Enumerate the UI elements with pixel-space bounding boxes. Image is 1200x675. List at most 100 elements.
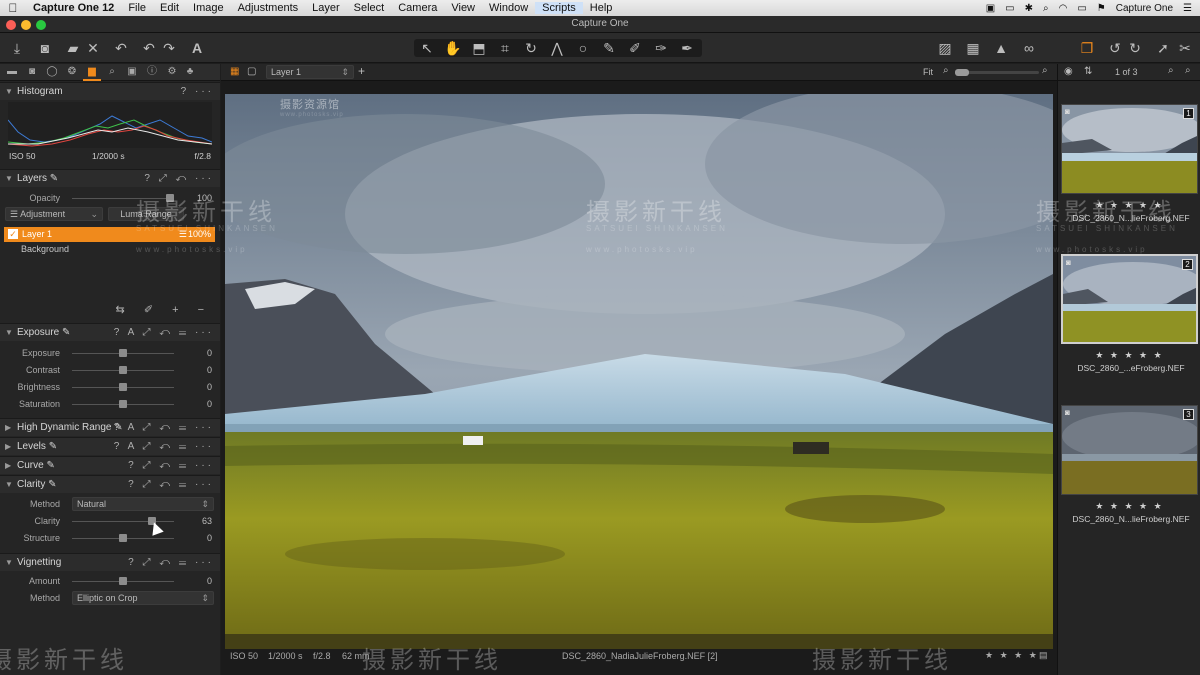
folder-icon[interactable]: ▰ xyxy=(64,39,82,57)
import-icon[interactable]: ⤓ xyxy=(8,39,26,57)
saturation-value[interactable]: 0 xyxy=(186,396,212,412)
brightness-value[interactable]: 0 xyxy=(186,379,212,395)
browser-zoom-icon[interactable]: ⌕ xyxy=(1185,65,1191,76)
bluetooth-icon[interactable]: ✱ xyxy=(1025,3,1033,14)
edit-icon[interactable]: ▨ xyxy=(936,39,954,57)
amount-value[interactable]: 0 xyxy=(186,573,212,589)
thumb-rating[interactable]: ★ ★ ★ ★ ★ xyxy=(1061,350,1198,361)
vignetting-method-dropdown[interactable]: Elliptic on Crop ⇕ xyxy=(72,591,214,605)
menu-image[interactable]: Image xyxy=(186,2,231,14)
clarity-method-dropdown[interactable]: Natural ⇕ xyxy=(72,497,214,511)
thumb-image[interactable]: 1 ◙ xyxy=(1061,104,1198,194)
share-icon[interactable]: ➚ xyxy=(1154,39,1172,57)
eraser-tool-icon[interactable]: ✑ xyxy=(652,39,670,57)
menu-app[interactable]: Capture One 12 xyxy=(26,2,121,14)
levels-header[interactable]: ▶ Levels ✎ ? A ⤢ ↶ ☰ ··· xyxy=(0,437,220,455)
select-tool-icon[interactable]: ↖ xyxy=(418,39,436,57)
single-view-icon[interactable]: ▢ xyxy=(247,66,256,77)
menu-file[interactable]: File xyxy=(121,2,153,14)
menu-camera[interactable]: Camera xyxy=(391,2,444,14)
rotate-left-icon[interactable]: ↺ xyxy=(1106,39,1124,57)
status-app-name[interactable]: Capture One xyxy=(1116,3,1173,14)
zoom-slider-knob[interactable] xyxy=(955,69,969,76)
viewer-rating-stars[interactable]: ★ ★ ★ ★ xyxy=(985,650,1039,661)
thumb-rating[interactable]: ★ ★ ★ ★ ★ xyxy=(1061,501,1198,512)
background-layer[interactable]: Background xyxy=(21,244,69,254)
vignetting-header[interactable]: ▼ Vignetting ? ⤢ ↶ ☰ ··· xyxy=(0,553,220,571)
screen-icon[interactable]: ▣ xyxy=(986,3,995,14)
layer-selector[interactable]: Layer 1 ⇕ xyxy=(266,65,354,79)
tab-batch-icon[interactable]: ♣ xyxy=(183,65,197,79)
tab-exposure-icon[interactable]: ▆ xyxy=(83,65,101,81)
adjustment-dropdown[interactable]: ☰ Adjustment ⌄ xyxy=(5,207,103,221)
main-photo[interactable] xyxy=(225,94,1053,649)
layer-checkbox[interactable]: ✓ xyxy=(8,229,18,239)
thumb-image[interactable]: 3 ◙ xyxy=(1061,405,1198,495)
list-icon[interactable]: ☰ xyxy=(1183,3,1192,14)
zoom-in-icon[interactable]: ⌕ xyxy=(1042,65,1048,76)
section-controls[interactable]: ? A ⤢ ↶ ☰ ··· xyxy=(114,324,214,342)
thumbnail-3[interactable]: 3 ◙ ★ ★ ★ ★ ★ DSC_2860_N...lieFroberg.NE… xyxy=(1061,405,1198,525)
menu-help[interactable]: Help xyxy=(583,2,620,14)
stack-icon[interactable]: ❐ xyxy=(1078,39,1096,57)
tab-library-icon[interactable]: ▬ xyxy=(5,65,19,79)
tab-metadata-icon[interactable]: ⓘ xyxy=(145,65,159,79)
zoom-label[interactable]: Fit xyxy=(923,67,933,77)
tab-output-icon[interactable]: ⚙ xyxy=(165,65,179,79)
zoom-out-icon[interactable]: ⌕ xyxy=(943,65,949,76)
menu-edit[interactable]: Edit xyxy=(153,2,186,14)
camera-icon[interactable]: ◙ xyxy=(36,39,54,57)
display-icon[interactable]: ▭ xyxy=(1005,3,1014,14)
pan-tool-icon[interactable]: ✋ xyxy=(444,39,462,57)
picker-tool-icon[interactable]: ✎ xyxy=(600,39,618,57)
battery-icon[interactable]: ▭ xyxy=(1077,3,1086,14)
slider-knob[interactable] xyxy=(119,366,127,374)
auto-adjust-icon[interactable]: A xyxy=(188,39,206,57)
eye-icon[interactable]: ◉ xyxy=(1064,66,1073,77)
rotate-right-icon[interactable]: ↻ xyxy=(1126,39,1144,57)
slider-knob[interactable] xyxy=(119,534,127,542)
flag-icon[interactable]: ⚑ xyxy=(1097,3,1106,14)
slider-knob[interactable] xyxy=(119,577,127,585)
menu-select[interactable]: Select xyxy=(347,2,392,14)
crop-tool-icon[interactable]: ⌗ xyxy=(496,39,514,57)
wifi-icon[interactable]: ◠ xyxy=(1059,3,1068,14)
section-controls[interactable]: ? ··· xyxy=(181,83,214,101)
menu-view[interactable]: View xyxy=(444,2,482,14)
section-controls[interactable]: ? A ⤢ ↶ ☰ ··· xyxy=(114,419,214,437)
loupe-tool-icon[interactable]: ⬒ xyxy=(470,39,488,57)
exposure-header[interactable]: ▼ Exposure ✎ ? A ⤢ ↶ ☰ ··· xyxy=(0,323,220,341)
exposure-warning-icon[interactable]: ▲ xyxy=(992,39,1010,57)
menu-layer[interactable]: Layer xyxy=(305,2,347,14)
sort-icon[interactable]: ⇅ xyxy=(1084,66,1092,77)
gradient-tool-icon[interactable]: ✒ xyxy=(678,39,696,57)
keystone-tool-icon[interactable]: ⋀ xyxy=(548,39,566,57)
exposure-value[interactable]: 0 xyxy=(186,345,212,361)
redo-icon[interactable]: ↷ xyxy=(160,39,178,57)
spot-tool-icon[interactable]: ○ xyxy=(574,39,592,57)
grid-view-icon[interactable]: ▦ xyxy=(230,66,239,77)
apple-menu-icon[interactable]:  xyxy=(0,1,26,15)
thumb-image[interactable]: 2 ◙ xyxy=(1061,254,1198,344)
section-controls[interactable]: ? ⤢ ↶ ☰ ··· xyxy=(128,476,214,494)
clarity-header[interactable]: ▼ Clarity ✎ ? ⤢ ↶ ☰ ··· xyxy=(0,475,220,493)
menu-adjustments[interactable]: Adjustments xyxy=(231,2,306,14)
clarity-value[interactable]: 63 xyxy=(186,513,212,529)
slider-knob[interactable] xyxy=(119,400,127,408)
slider-knob[interactable] xyxy=(119,349,127,357)
structure-value[interactable]: 0 xyxy=(186,530,212,546)
tab-adjust-icon[interactable]: ▣ xyxy=(125,65,139,79)
menu-window[interactable]: Window xyxy=(482,2,535,14)
hdr-header[interactable]: ▶ High Dynamic Range ✎ ? A ⤢ ↶ ☰ ··· xyxy=(0,418,220,436)
section-controls[interactable]: ? ⤢ ↶ ☰ ··· xyxy=(128,457,214,475)
tools-icon[interactable]: ✂ xyxy=(1176,39,1194,57)
search-icon[interactable]: ⌕ xyxy=(1043,3,1049,14)
tab-lens-icon[interactable]: ◯ xyxy=(45,65,59,79)
brush-tool-icon[interactable]: ✐ xyxy=(626,39,644,57)
curve-header[interactable]: ▶ Curve ✎ ? ⤢ ↶ ☰ ··· xyxy=(0,456,220,474)
add-layer-icon[interactable]: + xyxy=(358,64,365,78)
section-controls[interactable]: ? A ⤢ ↶ ☰ ··· xyxy=(114,438,214,456)
undo-icon[interactable]: ↶ xyxy=(140,39,158,57)
layers-header[interactable]: ▼ Layers ✎ ? ⤢ ↶ ··· xyxy=(0,169,220,187)
tab-color-icon[interactable]: ❂ xyxy=(65,65,79,79)
